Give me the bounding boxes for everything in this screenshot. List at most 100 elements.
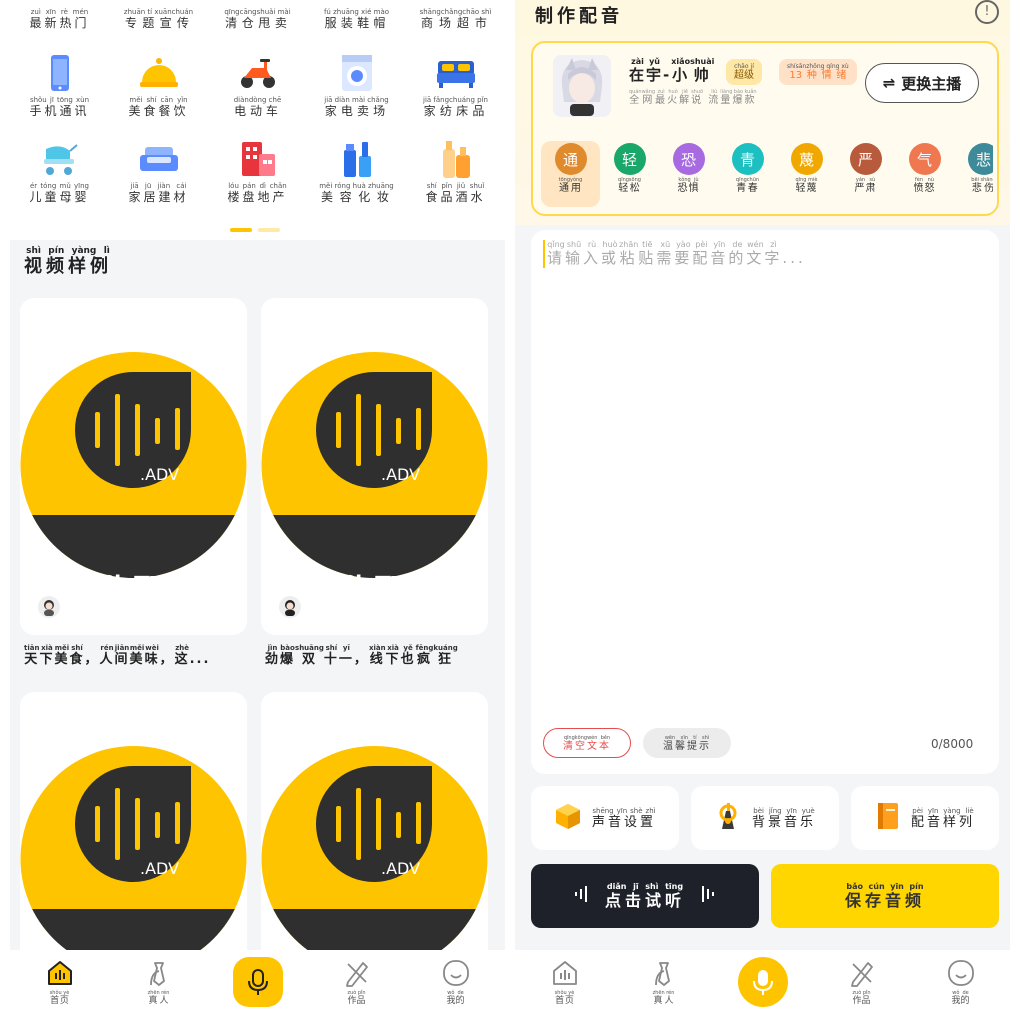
emotion-chip[interactable]: 气愤怒fèn nù xyxy=(895,141,954,207)
emotion-chip[interactable]: 悲悲伤bēi shāng xyxy=(954,141,993,207)
category-label: 商场超市shāngchǎngchāo shì xyxy=(419,8,492,30)
nav-label: 我的wǒ de xyxy=(446,990,465,1006)
ad-banner-text: 广告配音 xyxy=(69,572,197,580)
emotion-chip[interactable]: 蔑轻蔑qīng miè xyxy=(777,141,836,207)
avatar xyxy=(279,596,301,618)
category-label: 手机通讯shǒu jī tōng xùn xyxy=(29,96,90,118)
dubbing-samples-button[interactable]: 配音样列pèi yīn yàng liè xyxy=(851,786,999,850)
microphone-icon xyxy=(737,957,788,1007)
swap-icon: ⇌ xyxy=(882,74,896,92)
emotion-selector: 通通用tōngyòng 轻轻松qīngsōng 恐恐惧kǒng jù 青青春qīngc… xyxy=(541,141,993,207)
emotion-label: 悲伤bēi shāng xyxy=(971,177,993,194)
music-note-icon xyxy=(714,801,742,835)
sound-wave-icon xyxy=(573,885,591,907)
ad-voice-thumbnail: .ADV 广告配音 xyxy=(261,352,488,580)
nav-record[interactable] xyxy=(208,950,307,1020)
category-beauty[interactable]: 美容化妆měi róng huà zhuāng xyxy=(307,138,406,205)
nav-works[interactable]: 作品zuò pǐn xyxy=(307,950,406,1020)
bottom-nav: 首页shǒu yè 真人zhēn rén 作品zuò pǐn 我的wǒ de xyxy=(515,950,1010,1020)
voice-settings-button[interactable]: 声音设置shēng yīn shè zhì xyxy=(531,786,679,850)
category-item[interactable]: 商场超市shāngchǎngchāo shì xyxy=(406,6,505,31)
emotion-chip[interactable]: 恐恐惧kǒng jù xyxy=(659,141,718,207)
nav-home[interactable]: 首页shǒu yè xyxy=(10,950,109,1020)
nav-works[interactable]: 作品zuò pǐn xyxy=(812,950,911,1020)
nav-label: 真人zhēn rén xyxy=(652,990,675,1006)
emotion-chip[interactable]: 通通用tōngyòng xyxy=(541,141,600,207)
emotion-circle: 严 xyxy=(849,143,882,175)
anchor-subtitle: 全quán网wǎng最zuì火huǒ解jiě说shuō 流liú量liàng爆b… xyxy=(629,89,757,106)
emotion-circle: 轻 xyxy=(613,143,646,175)
clear-text-button[interactable]: 清空文本qīngkōngwén běn xyxy=(543,728,631,758)
category-appliance[interactable]: 家电卖场jiā diàn mài chǎng xyxy=(307,52,406,119)
emotion-circle: 气 xyxy=(908,143,941,175)
category-item[interactable]: 专题宣传zhuān tí xuānchuán xyxy=(109,6,208,31)
video-card[interactable]: .ADV 广告配音 xyxy=(261,298,488,635)
nav-mine[interactable]: 我的wǒ de xyxy=(911,950,1010,1020)
save-audio-button[interactable]: 保存音频bǎo cún yīn pín xyxy=(771,864,999,928)
video-card[interactable]: .ADV 广告配音 xyxy=(20,298,247,635)
person-tie-icon xyxy=(649,958,679,988)
nav-real-person[interactable]: 真人zhēn rén xyxy=(614,950,713,1020)
emotion-chip[interactable]: 轻轻松qīngsōng xyxy=(600,141,659,207)
background-music-button[interactable]: 背景音乐bèi jǐng yīn yuè xyxy=(691,786,839,850)
home-screen: 最新热门zuì xīn rè mén 专题宣传zhuān tí xuānchuá… xyxy=(10,0,505,1020)
info-icon[interactable]: ! xyxy=(975,0,999,24)
category-row: 儿童母婴ér tóng mǔ yīng 家居建材jiā jū jiàn cái … xyxy=(10,138,505,205)
switch-anchor-button[interactable]: ⇌ 更换主播 xyxy=(865,63,979,103)
anchor-avatar xyxy=(553,55,611,117)
home-wave-icon xyxy=(45,958,75,988)
smile-face-icon xyxy=(946,958,976,988)
category-label: 食品酒水shí pǐn jiǔ shuǐ xyxy=(425,182,486,204)
dubbing-text-area[interactable]: 请qǐng输shū入rù或huò粘zhān贴tiē需xū要yào配pèi音yīn… xyxy=(531,230,999,774)
category-item[interactable]: 最新热门zuì xīn rè mén xyxy=(10,6,109,31)
category-food[interactable]: 美食餐饮měi shí cān yǐn xyxy=(109,52,208,119)
text-input-placeholder[interactable]: 请qǐng输shū入rù或huò粘zhān贴tiē需xū要yào配pèi音yīn… xyxy=(543,240,806,268)
preview-listen-button[interactable]: 点击试听diǎn jī shì tīng xyxy=(531,864,759,928)
category-bedding[interactable]: 家纺床品jiā fǎngchuáng pǐn xyxy=(406,52,505,119)
category-item[interactable]: 清仓甩卖qīngcāngshuǎi mài xyxy=(208,6,307,31)
category-scooter[interactable]: 电动车diàndòng chē xyxy=(208,52,307,119)
building-icon xyxy=(237,138,279,180)
tips-button[interactable]: 温馨提示wēn xīn tí shì xyxy=(643,728,731,758)
food-cloche-icon xyxy=(138,52,180,94)
nav-mine[interactable]: 我的wǒ de xyxy=(406,950,505,1020)
adv-text: .ADV xyxy=(381,465,420,484)
microphone-icon xyxy=(232,957,283,1007)
emotion-circle: 青 xyxy=(731,143,764,175)
emotion-circle: 恐 xyxy=(672,143,705,175)
category-baby[interactable]: 儿童母婴ér tóng mǔ yīng xyxy=(10,138,109,205)
category-home[interactable]: 家居建材jiā jū jiàn cái xyxy=(109,138,208,205)
phone-icon xyxy=(39,52,81,94)
emotion-label: 恐惧kǒng jù xyxy=(677,177,700,194)
page-dot xyxy=(258,228,280,232)
nav-home[interactable]: 首页shǒu yè xyxy=(515,950,614,1020)
person-tie-icon xyxy=(144,958,174,988)
category-phone[interactable]: 手机通讯shǒu jī tōng xùn xyxy=(10,52,109,119)
category-item[interactable]: 服装鞋帽fú zhuāng xié mào xyxy=(307,6,406,31)
vip-badge: 超级chāo jí xyxy=(726,59,762,85)
category-label: 美食餐饮měi shí cān yǐn xyxy=(128,96,189,118)
bed-icon xyxy=(435,52,477,94)
category-row: 手机通讯shǒu jī tōng xùn 美食餐饮měi shí cān yǐn… xyxy=(10,52,505,119)
category-label: 电动车diàndòng chē xyxy=(233,96,282,118)
voice-anchor-card[interactable]: 在zài宇yǔ-小xiǎo帅shuài 超级chāo jí 13种情绪shísā… xyxy=(531,41,999,216)
nav-label: 首页shǒu yè xyxy=(554,990,575,1006)
emotion-chip[interactable]: 青青春qīngchūn xyxy=(718,141,777,207)
bottom-nav: 首页shǒu yè 真人zhēn rén 作品zuò pǐn 我的wǒ de xyxy=(10,950,505,1020)
emotion-label: 青春qīngchūn xyxy=(735,177,760,194)
card-caption: 天tiān下xià美měi食shí，人rén间jiān美měi味wèi，这zhè… xyxy=(24,644,211,667)
nav-label: 作品zuò pǐn xyxy=(852,990,871,1006)
book-icon xyxy=(875,801,901,835)
bottles-icon xyxy=(435,138,477,180)
option-label: 声音设置shēng yīn shè zhì xyxy=(591,806,656,830)
stroller-icon xyxy=(39,138,81,180)
nav-record[interactable] xyxy=(713,950,812,1020)
nav-label: 真人zhēn rén xyxy=(147,990,170,1006)
emotion-label: 严肃yán sù xyxy=(854,177,877,194)
category-realestate[interactable]: 楼盘地产lóu pán dì chǎn xyxy=(208,138,307,205)
cube-icon xyxy=(554,802,582,834)
ad-voice-thumbnail: .ADV 广告配音 xyxy=(20,746,247,974)
category-drinks[interactable]: 食品酒水shí pǐn jiǔ shuǐ xyxy=(406,138,505,205)
nav-real-person[interactable]: 真人zhēn rén xyxy=(109,950,208,1020)
emotion-chip[interactable]: 严严肃yán sù xyxy=(836,141,895,207)
